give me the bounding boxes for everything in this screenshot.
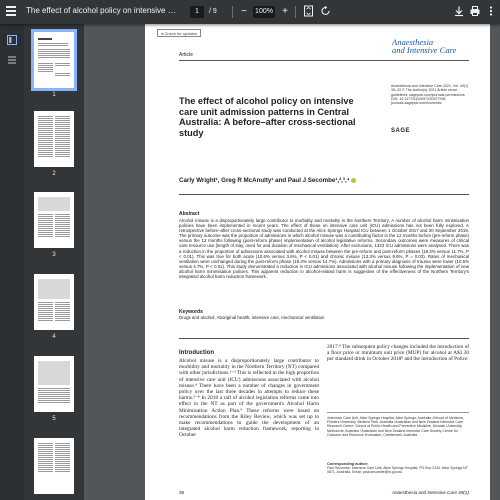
divider: [179, 338, 469, 339]
divider: [179, 194, 469, 195]
page-thumbnail[interactable]: [34, 111, 74, 167]
thumbnail-panel[interactable]: 1 2 3 4 5: [24, 24, 84, 500]
journal-logo: Anaesthesia and Intensive Care: [392, 37, 457, 55]
print-icon[interactable]: [469, 5, 481, 18]
download-icon[interactable]: [453, 5, 465, 18]
introduction-text: Alcohol misuse is a disproportionately l…: [179, 358, 319, 439]
pdf-page: ● Check for updates Article Anaesthesia …: [145, 24, 490, 500]
rotate-icon[interactable]: [320, 5, 332, 18]
corresponding-author: Corresponding author: Paul Secombe, Inte…: [327, 462, 468, 475]
outline-view-icon[interactable]: [7, 52, 17, 64]
zoom-out-button[interactable]: −: [238, 5, 250, 18]
thumbnail-number: 4: [52, 334, 56, 340]
zoom-in-button[interactable]: +: [279, 5, 291, 18]
author-affiliations: ¹Intensive Care Unit, Alice Springs Hosp…: [327, 416, 464, 437]
thumbnail-number: 3: [52, 252, 56, 258]
fit-page-icon[interactable]: [302, 5, 314, 18]
document-title: The effect of alcohol policy on intensiv…: [26, 6, 176, 15]
article-type-label: Article: [179, 52, 193, 58]
more-options-icon[interactable]: [485, 5, 497, 18]
toolbar-divider: [232, 6, 233, 18]
page-thumbnail[interactable]: [34, 356, 74, 412]
page-thumbnail[interactable]: [34, 438, 74, 494]
page-thumbnail[interactable]: [34, 274, 74, 330]
author-list: Carly Wright¹, Greg R McAnulty¹ and Paul…: [179, 177, 469, 184]
introduction-heading: Introduction: [179, 350, 214, 356]
menu-icon[interactable]: [6, 6, 18, 18]
publisher-logo: SAGE: [391, 128, 411, 134]
divider: [327, 412, 469, 413]
introduction-continued-text: 2017.⁹ The subsequent policy changes inc…: [327, 344, 469, 363]
thumbnail-number: 5: [52, 416, 56, 422]
keywords-text: Drugs and alcohol, Aboriginal health, in…: [179, 315, 325, 320]
thumbnail-number: 2: [52, 171, 56, 177]
thumbnail-number: 1: [52, 92, 56, 98]
toolbar-divider: [295, 6, 296, 18]
article-metadata: Anaesthesia and Intensive Care 2021, Vol…: [391, 84, 469, 106]
page-number: 36: [179, 490, 185, 495]
check-for-updates-badge[interactable]: ● Check for updates: [157, 29, 202, 37]
sidebar-rail: [0, 24, 24, 500]
page-total: / 9: [209, 8, 217, 15]
journal-footer: Anaesthesia and Intensive Care 49(1): [391, 490, 469, 495]
page-thumbnail[interactable]: [34, 192, 74, 248]
thumbnails-view-icon[interactable]: [7, 32, 17, 45]
page-thumbnail[interactable]: [31, 29, 77, 91]
pdf-toolbar: The effect of alcohol policy on intensiv…: [0, 0, 500, 24]
zoom-input[interactable]: 100%: [253, 6, 275, 18]
page-number-input[interactable]: 1: [190, 6, 204, 18]
article-title: The effect of alcohol policy on intensiv…: [179, 96, 356, 138]
abstract-heading: Abstract: [179, 211, 200, 217]
orcid-icon[interactable]: [351, 177, 357, 183]
abstract-text: Alcohol misuse is a disproportionately l…: [179, 218, 469, 280]
divider: [179, 60, 469, 61]
